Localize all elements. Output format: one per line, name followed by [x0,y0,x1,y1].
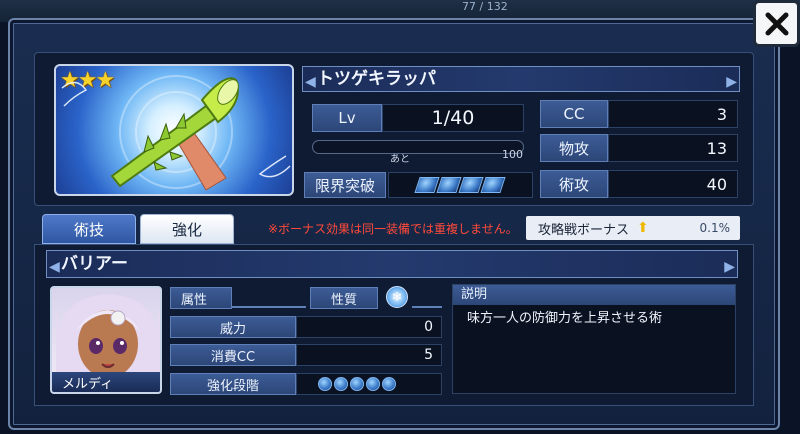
snowflake-icon: ❄ [386,286,408,308]
enhance-stage-icon [366,377,380,391]
attribute-divider [232,306,306,308]
inventory-counter: 77 / 132 [462,0,508,13]
cc-cost-label: 消費CC [170,344,296,366]
enhance-stage-label: 強化段階 [170,373,296,395]
banner-left-ornament-icon: ◀ [305,74,316,90]
enhance-stage-indicators [296,373,442,395]
level-label: Lv [312,104,382,132]
power-value: 0 [296,316,442,338]
limit-break-gem-icon [479,177,506,193]
description-title: 説明 [453,285,735,305]
level-progress-bar [312,140,524,154]
banner-right-ornament-icon: ▶ [726,74,737,90]
bonus-warning-note: ※ボーナス効果は同一装備では重複しません。 [268,222,518,236]
tab-skill[interactable]: 術技 [42,214,136,244]
next-level-prefix: あと [390,154,410,165]
next-level-value: 100 [502,148,523,161]
magic-attack-value: 40 [608,170,738,198]
enhance-stage-icon [350,377,364,391]
enhance-stage-icon [318,377,332,391]
item-name-banner: ◀ トツゲキラッパ ▶ [302,66,740,92]
raid-bonus-badge: 攻略戦ボーナス ⬆ 0.1% [526,216,740,240]
nature-label: 性質 [310,287,378,309]
character-portrait: メルディ [50,286,162,394]
cc-label: CC [540,100,608,128]
physical-attack-value: 13 [608,134,738,162]
magic-attack-label: 術攻 [540,170,608,198]
item-artwork: ★★★ [54,64,294,196]
banner-right-ornament-icon: ▶ [724,259,735,275]
raid-bonus-value: 0.1% [699,221,731,235]
close-icon [765,12,788,35]
skill-name-banner: ◀ バリアー ▶ [46,250,738,278]
level-value: 1/40 [382,104,524,132]
character-name: メルディ [52,372,160,392]
nature-divider [412,306,442,308]
physical-attack-label: 物攻 [540,134,608,162]
limit-break-gems [388,172,533,198]
limit-break-gem-icon [435,177,462,193]
item-name: トツゲキラッパ [317,69,436,89]
cc-value: 3 [608,100,738,128]
enhance-stage-icon [334,377,348,391]
limit-break-gem-icon [413,177,440,193]
skill-name: バリアー [61,254,128,274]
up-arrow-icon: ⬆ [637,220,649,236]
power-label: 威力 [170,316,296,338]
limit-break-label: 限界突破 [304,172,386,198]
close-button[interactable] [753,0,800,47]
raid-bonus-label: 攻略戦ボーナス [538,222,630,238]
description-text: 味方一人の防御力を上昇させる術 [467,311,663,326]
trumpet-icon [61,75,291,191]
description-box: 説明 味方一人の防御力を上昇させる術 [452,284,736,394]
attribute-label: 属性 [170,287,232,309]
tab-enhance[interactable]: 強化 [140,214,234,244]
enhance-stage-icon [382,377,396,391]
banner-left-ornament-icon: ◀ [49,259,60,275]
cc-cost-value: 5 [296,344,442,366]
limit-break-gem-icon [457,177,484,193]
